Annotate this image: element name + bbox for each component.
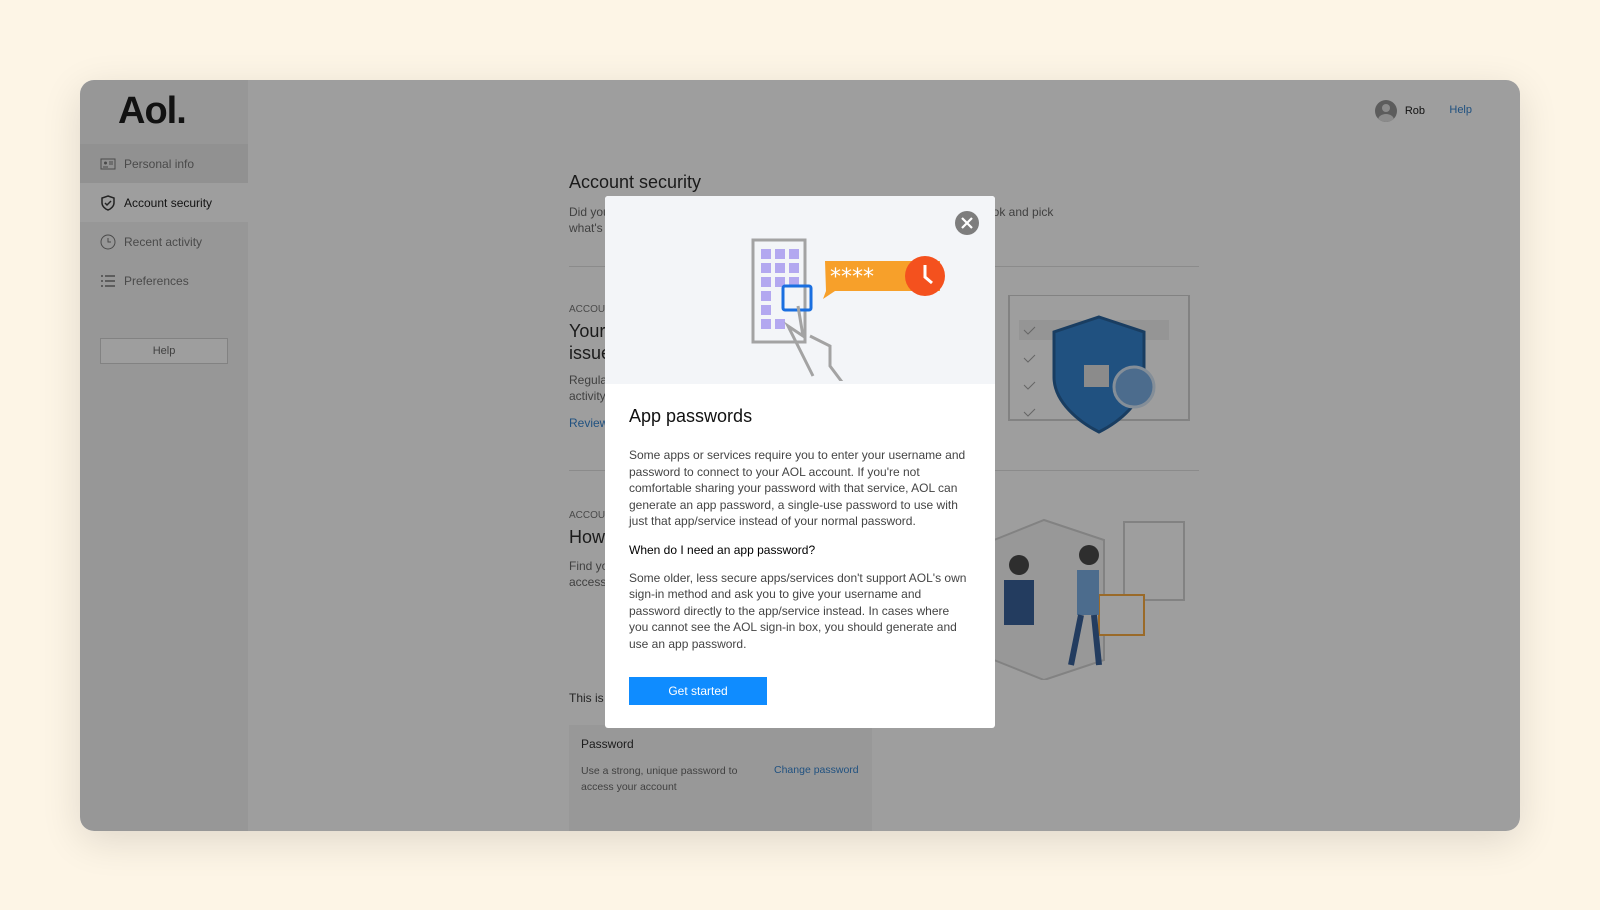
dialog-text: Some apps or services require you to ent… <box>629 448 966 528</box>
dialog-body: App passwords Some apps or services requ… <box>605 384 995 705</box>
app-passwords-dialog: **** App passwords Some apps or services… <box>605 196 995 728</box>
close-icon <box>961 217 973 229</box>
dialog-title: App passwords <box>629 406 753 426</box>
app-window: Aol. Personal info Account security Rece… <box>80 80 1520 831</box>
dialog-illustration-area: **** <box>605 196 995 384</box>
get-started-button[interactable]: Get started <box>629 677 767 705</box>
dialog-question: When do I need an app password? <box>629 542 816 557</box>
close-button[interactable] <box>955 211 979 235</box>
phone-password-illustration: **** <box>751 238 945 381</box>
dialog-answer: Some older, less secure apps/services do… <box>629 570 967 651</box>
password-stars: **** <box>830 265 874 290</box>
